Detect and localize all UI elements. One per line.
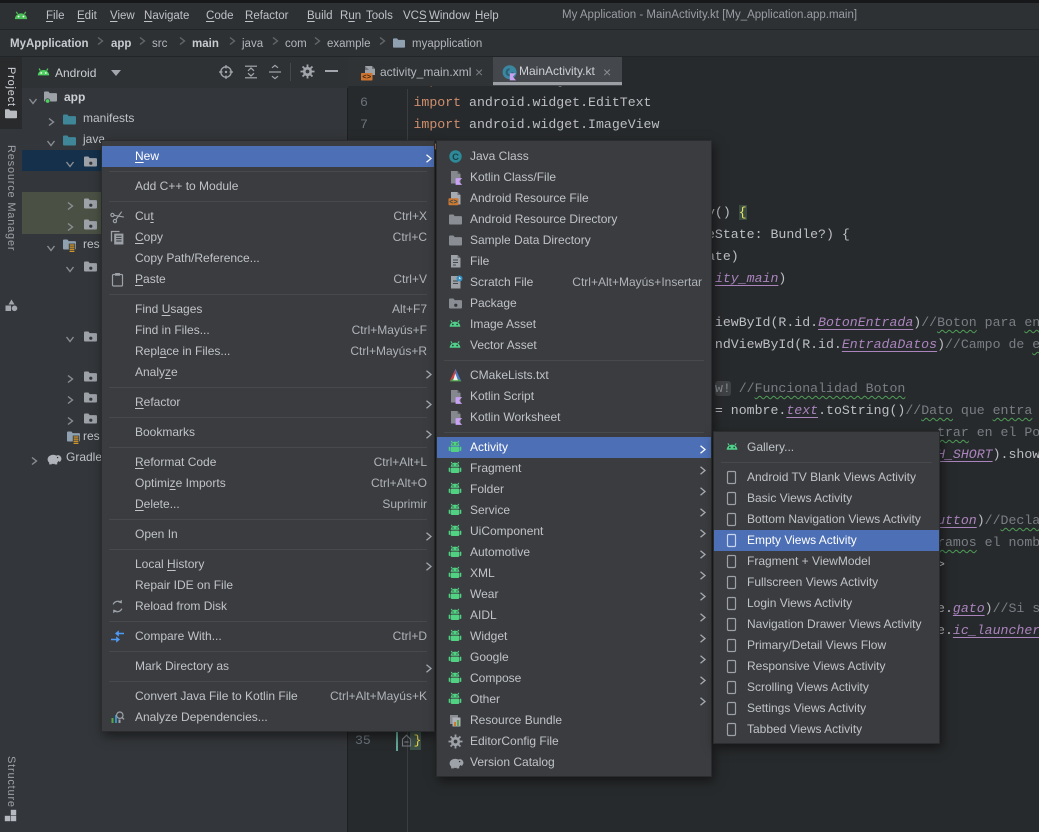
svg-text:<>: <> (449, 199, 457, 206)
svg-text:C: C (452, 152, 459, 163)
svg-text:<>: <> (362, 74, 372, 81)
